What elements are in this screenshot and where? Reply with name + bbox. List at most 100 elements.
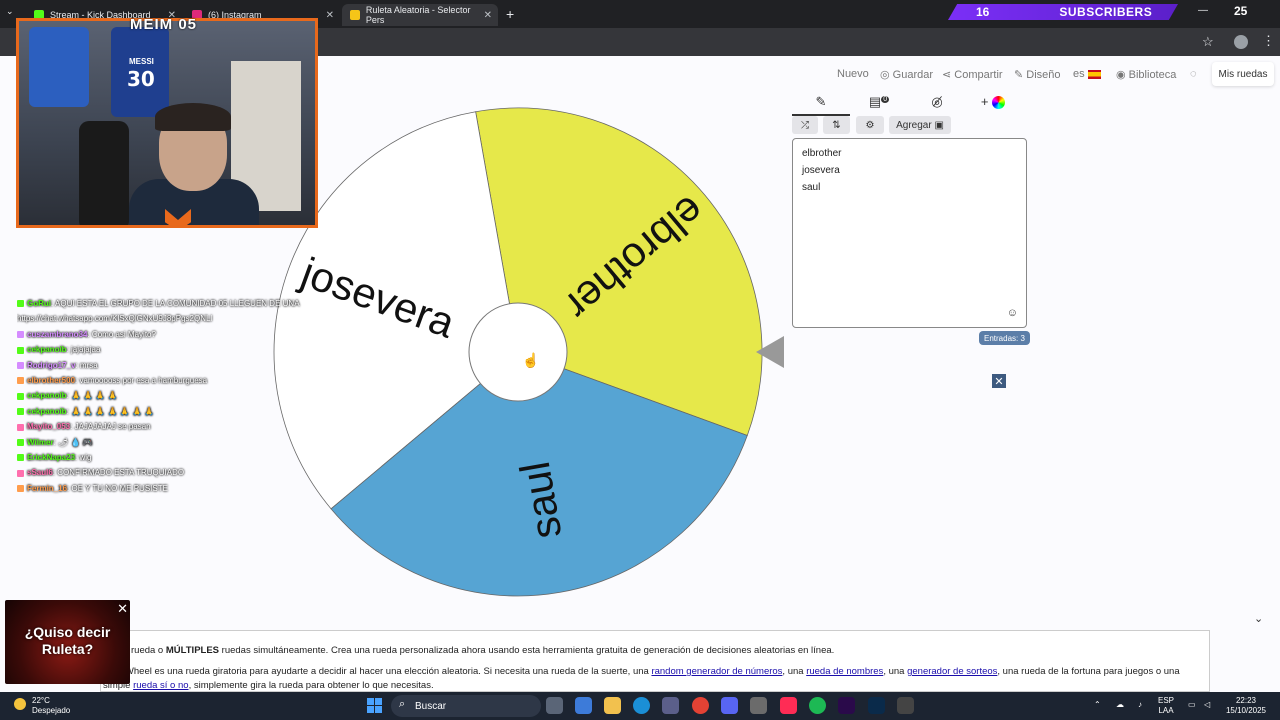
text: , una rueda de la fortuna para juegos o …: [997, 666, 1180, 677]
chat-text: jajajajaa: [71, 345, 101, 355]
keyboard-language[interactable]: ESP LAA: [1158, 696, 1174, 716]
chrome-icon[interactable]: [692, 697, 709, 714]
emoji-icon[interactable]: ☺: [1007, 307, 1018, 319]
save-icon: ◎: [880, 69, 893, 81]
language-selector[interactable]: es: [1073, 68, 1101, 80]
sort-button[interactable]: ⇅: [823, 116, 850, 134]
layout: LAA: [1158, 706, 1174, 715]
tab-edit[interactable]: ✎: [792, 94, 850, 116]
globe-icon: ◉: [1116, 69, 1129, 81]
chat-username: cekpanoib: [27, 345, 67, 355]
date: 15/10/2025: [1225, 706, 1267, 715]
chat-overlay: GoRui: AQUI ESTA EL GRUPO DE LA COMUNIDA…: [17, 296, 317, 496]
link-name-wheel[interactable]: rueda de nombres: [806, 666, 883, 677]
weather-status: Despejado: [32, 706, 71, 715]
chat-text: wig: [79, 453, 92, 463]
eye-off-icon: ◎̸: [931, 94, 943, 109]
biblioteca-label: Biblioteca: [1128, 69, 1177, 81]
settings-icon[interactable]: ◌: [1190, 68, 1197, 80]
tray-chevron-icon[interactable]: ⌃: [1094, 700, 1101, 710]
spotify-icon[interactable]: [809, 697, 826, 714]
premiere-icon[interactable]: [838, 697, 855, 714]
entry-line: josevera: [802, 165, 840, 176]
chat-username: cekpanoib: [27, 391, 67, 401]
bookmark-star-icon[interactable]: ☆: [1202, 34, 1214, 50]
edge-icon[interactable]: [633, 697, 650, 714]
tab-search-icon[interactable]: ⌄: [6, 6, 14, 17]
add-label: Agregar: [896, 119, 932, 131]
chat-badge-icon: [17, 346, 24, 354]
panel-tabs: ✎ ▤ 0 ◎̸ +: [792, 92, 1028, 116]
roulette-ad[interactable]: ¿Quiso decir Ruleta? ✕: [5, 600, 130, 684]
tiktok-icon[interactable]: [780, 697, 797, 714]
volume-icon[interactable]: ◁: [1204, 700, 1210, 710]
minimize-icon[interactable]: —: [1198, 5, 1208, 16]
weather-widget[interactable]: 22°C Despejado: [14, 696, 70, 716]
more-menu-icon[interactable]: ⋮: [1262, 33, 1275, 49]
chat-username: cuszambrano34: [27, 329, 88, 339]
description-line-1: rueda o MÚLTIPLES ruedas simultáneamente…: [131, 645, 834, 656]
store-icon[interactable]: [662, 697, 679, 714]
task-view-icon[interactable]: [546, 697, 563, 714]
network-icon[interactable]: ▭: [1188, 700, 1196, 710]
wheel-center[interactable]: [468, 302, 568, 402]
time: 22:23: [1235, 696, 1257, 705]
clipboard-icon: ▤: [868, 94, 882, 109]
cam-title: MEIM 05: [130, 16, 198, 33]
tab-ruleta-aleatoria[interactable]: Ruleta Aleatoria - Selector Pers ✕: [342, 4, 498, 26]
entries-textarea[interactable]: elbrother josevera saul ☺: [792, 138, 1027, 328]
windows-taskbar: 22°C Despejado ⌕ Buscar ⌃ ☁ ♪ ESP LAA ▭ ◁ …: [0, 692, 1280, 720]
chat-message: ErickNapa23: wig: [17, 450, 317, 465]
copilot-icon[interactable]: [575, 697, 592, 714]
text: , una: [782, 666, 807, 677]
cloud-icon[interactable]: ☁: [1116, 700, 1124, 710]
link-random-numbers[interactable]: random generador de números: [651, 666, 782, 677]
shuffle-button[interactable]: ⤮: [792, 116, 818, 134]
discord-icon[interactable]: [721, 697, 738, 714]
chevron-down-icon[interactable]: ⌄: [1254, 612, 1263, 625]
mis-ruedas-button[interactable]: Mis ruedas: [1212, 62, 1274, 86]
link-raffle[interactable]: generador de sorteos: [907, 666, 997, 677]
tab-add-wheel[interactable]: +: [964, 94, 1022, 110]
spin-wheel[interactable]: elbrotherjoseverasaul: [270, 104, 766, 600]
chat-username: Wilmer: [27, 437, 54, 447]
chat-badge-icon: [17, 485, 24, 493]
close-tab-icon[interactable]: ✕: [484, 10, 492, 21]
nuevo-button[interactable]: Nuevo: [837, 68, 869, 80]
brush-icon: ✎: [1014, 69, 1027, 81]
guardar-button[interactable]: ◎ Guardar: [880, 68, 933, 81]
jersey-number: 30: [127, 67, 155, 91]
link-yes-no-wheel[interactable]: rueda sí o no: [133, 680, 188, 691]
close-tab-icon[interactable]: ✕: [326, 10, 334, 21]
chat-badge-icon: [17, 469, 24, 477]
close-ad-icon[interactable]: ✕: [992, 374, 1006, 388]
chat-message: GoRui: AQUI ESTA EL GRUPO DE LA COMUNIDA…: [17, 296, 317, 311]
person-hair: [155, 103, 231, 131]
chat-message: elbrother500: vamooooss por esa a hambur…: [17, 373, 317, 388]
subscribers-banner: 16 SUBSCRIBERS: [948, 4, 1178, 20]
biblioteca-button[interactable]: ◉ Biblioteca: [1116, 68, 1176, 81]
advanced-button[interactable]: ⚙: [856, 116, 884, 134]
add-image-button[interactable]: Agregar ▣: [889, 116, 951, 134]
compartir-button[interactable]: ⋖ Compartir: [942, 68, 1003, 81]
tab-results[interactable]: ▤ 0: [850, 94, 908, 110]
lang: ESP: [1158, 696, 1175, 705]
clock[interactable]: 22:23 15/10/2025: [1222, 696, 1270, 716]
photoshop-icon[interactable]: [868, 697, 885, 714]
mic-icon[interactable]: ♪: [1138, 700, 1142, 710]
obs-icon[interactable]: [750, 697, 767, 714]
windows-start-icon[interactable]: [367, 698, 382, 713]
close-icon[interactable]: ✕: [117, 601, 128, 617]
taskbar-search[interactable]: ⌕ Buscar: [391, 695, 541, 717]
language-label: es: [1073, 68, 1085, 80]
ad-line-2: Ruleta?: [41, 641, 94, 657]
diseno-button[interactable]: ✎ Diseño: [1014, 68, 1061, 81]
plus-icon[interactable]: +: [506, 6, 514, 22]
file-explorer-icon[interactable]: [604, 697, 621, 714]
entries-count-badge: Entradas: 3: [979, 331, 1030, 345]
app-icon[interactable]: [897, 697, 914, 714]
sort-icon: ⇅: [832, 119, 841, 131]
tab-hide[interactable]: ◎̸: [908, 94, 966, 110]
profile-avatar[interactable]: [1234, 35, 1248, 49]
hand-cursor-icon: ☝: [522, 352, 540, 368]
